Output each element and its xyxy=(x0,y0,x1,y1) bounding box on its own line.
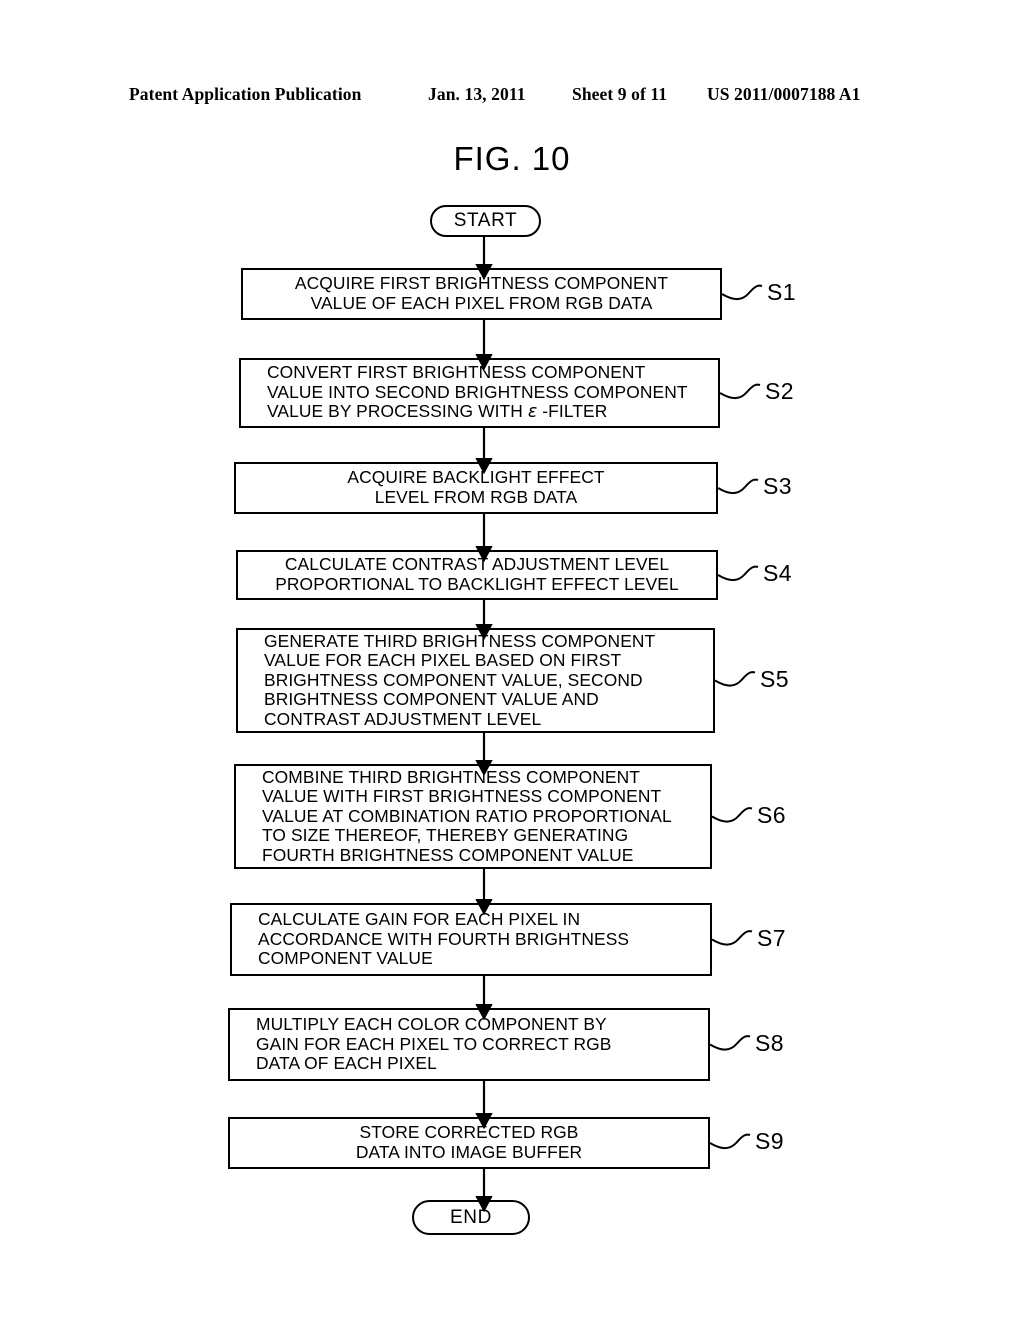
start-label: START xyxy=(453,210,518,231)
process-line: VALUE FOR EACH PIXEL BASED ON FIRST xyxy=(264,650,622,671)
process-line: VALUE WITH FIRST BRIGHTNESS COMPONENT xyxy=(262,786,662,807)
process-line: ACQUIRE FIRST BRIGHTNESS COMPONENT xyxy=(294,273,669,294)
process-line: VALUE INTO SECOND BRIGHTNESS COMPONENT xyxy=(267,381,688,402)
process-line: TO SIZE THEREOF, THEREBY GENERATING xyxy=(262,825,629,846)
leader-line-s5 xyxy=(714,671,756,687)
flow-node-start: START xyxy=(430,205,541,237)
process-line: COMPONENT VALUE xyxy=(258,948,433,969)
process-line: COMBINE THIRD BRIGHTNESS COMPONENT xyxy=(262,766,640,787)
process-box-s5: GENERATE THIRD BRIGHTNESS COMPONENT VALUE… xyxy=(236,628,715,733)
process-line: CALCULATE CONTRAST ADJUSTMENT LEVEL xyxy=(284,554,670,575)
leader-line-s2 xyxy=(719,383,761,400)
step-label-s2: S2 xyxy=(765,378,794,404)
process-line: VALUE BY PROCESSING WITH ε -FILTER xyxy=(267,401,608,423)
step-label-s4: S4 xyxy=(763,560,792,586)
leader-line-s3 xyxy=(717,478,759,495)
process-box-s2: CONVERT FIRST BRIGHTNESS COMPONENT VALUE … xyxy=(239,358,720,428)
process-line: GAIN FOR EACH PIXEL TO CORRECT RGB xyxy=(256,1033,612,1054)
leader-line-s4 xyxy=(717,565,759,582)
process-line: VALUE OF EACH PIXEL FROM RGB DATA xyxy=(310,293,653,313)
step-label-s6: S6 xyxy=(757,801,786,828)
process-line: BRIGHTNESS COMPONENT VALUE, SECOND xyxy=(264,669,643,690)
process-line: VALUE AT COMBINATION RATIO PROPORTIONAL xyxy=(262,805,672,826)
process-line: STORE CORRECTED RGB xyxy=(359,1122,579,1143)
process-line: MULTIPLY EACH COLOR COMPONENT BY xyxy=(256,1014,607,1035)
process-box-s7: CALCULATE GAIN FOR EACH PIXEL IN ACCORDAN… xyxy=(230,903,712,976)
process-line: ACCORDANCE WITH FOURTH BRIGHTNESS xyxy=(258,928,630,949)
process-line: DATA INTO IMAGE BUFFER xyxy=(355,1142,583,1162)
end-label: END xyxy=(450,1206,492,1228)
leader-line-s6 xyxy=(711,807,753,823)
process-box-s9: STORE CORRECTED RGB DATA INTO IMAGE BUFFE… xyxy=(228,1117,710,1169)
leader-line-s7 xyxy=(711,930,753,946)
flowchart: START ACQUIRE FIRST BRIGHTNESS COMPONENT… xyxy=(0,0,1024,1320)
process-line: CONVERT FIRST BRIGHTNESS COMPONENT xyxy=(267,362,646,383)
leader-line-s8 xyxy=(709,1035,751,1051)
process-box-s3: ACQUIRE BACKLIGHT EFFECT LEVEL FROM RGB D… xyxy=(234,462,718,514)
process-line: GENERATE THIRD BRIGHTNESS COMPONENT xyxy=(264,630,656,651)
process-box-s6: COMBINE THIRD BRIGHTNESS COMPONENT VALUE … xyxy=(234,764,712,869)
process-line: CONTRAST ADJUSTMENT LEVEL xyxy=(264,708,542,729)
process-line: DATA OF EACH PIXEL xyxy=(256,1053,437,1074)
step-label-s9: S9 xyxy=(755,1128,784,1154)
process-box-s8: MULTIPLY EACH COLOR COMPONENT BY GAIN FOR… xyxy=(228,1008,710,1081)
step-label-s5: S5 xyxy=(760,665,789,692)
epsilon-symbol: ε xyxy=(527,402,538,423)
leader-line-s1 xyxy=(721,284,763,301)
process-line: ACQUIRE BACKLIGHT EFFECT xyxy=(347,467,605,488)
process-line: BRIGHTNESS COMPONENT VALUE AND xyxy=(264,689,599,710)
step-label-s1: S1 xyxy=(767,279,796,305)
step-label-s7: S7 xyxy=(757,924,786,951)
process-line: FOURTH BRIGHTNESS COMPONENT VALUE xyxy=(262,844,634,865)
process-box-s4: CALCULATE CONTRAST ADJUSTMENT LEVEL PROPO… xyxy=(236,550,718,600)
process-line: LEVEL FROM RGB DATA xyxy=(374,487,578,507)
leader-line-s9 xyxy=(709,1133,751,1150)
flow-node-end: END xyxy=(412,1200,530,1235)
process-line: CALCULATE GAIN FOR EACH PIXEL IN xyxy=(258,909,581,930)
step-label-s3: S3 xyxy=(763,473,792,499)
process-line: PROPORTIONAL TO BACKLIGHT EFFECT LEVEL xyxy=(275,574,679,594)
process-box-s1: ACQUIRE FIRST BRIGHTNESS COMPONENT VALUE … xyxy=(241,268,722,320)
step-label-s8: S8 xyxy=(755,1029,784,1056)
